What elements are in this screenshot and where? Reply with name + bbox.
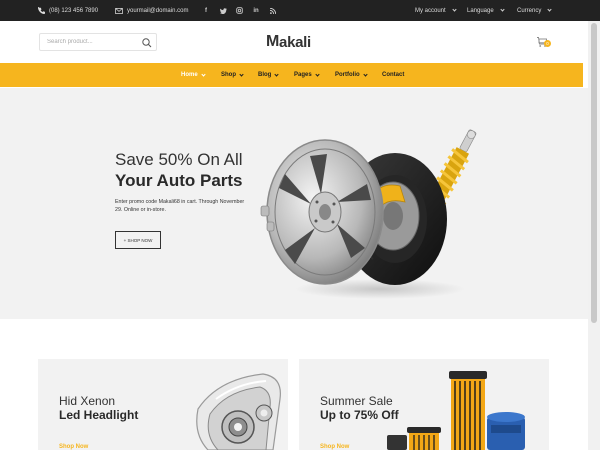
phone-number: (08) 123 456 7890 (49, 7, 99, 14)
mail-icon (115, 7, 123, 14)
banner-shop-now-link[interactable]: Shop Now (320, 444, 349, 450)
linkedin-icon[interactable]: in (251, 0, 261, 21)
nav-item-label: Shop (221, 72, 236, 78)
cart-count-badge: 0 (544, 40, 551, 47)
phone-icon (38, 7, 45, 14)
email-contact[interactable]: yourmail@domain.com (115, 0, 188, 21)
hero-slider: Save 50% On All Your Auto Parts Enter pr… (0, 88, 600, 319)
nav-item-portfolio[interactable]: Portfolio (335, 63, 368, 87)
chevron-down-icon (274, 71, 279, 77)
search-box (39, 33, 157, 51)
chevron-down-icon (500, 7, 505, 12)
logo-initial: M (266, 33, 280, 50)
hero-auto-parts-image (260, 129, 477, 299)
language-label: Language (467, 7, 494, 14)
chevron-down-icon (452, 7, 457, 12)
hero-description: Enter promo code Makali68 in cart. Throu… (115, 199, 245, 213)
nav-item-contact[interactable]: Contact (382, 63, 404, 87)
nav-item-shop[interactable]: Shop (221, 63, 244, 87)
banner-title-line1: Summer Sale (320, 394, 393, 408)
page: (08) 123 456 7890 yourmail@domain.com f … (0, 0, 600, 450)
currency-menu[interactable]: Currency (517, 0, 552, 21)
currency-label: Currency (517, 7, 542, 14)
nav-item-label: Contact (382, 72, 405, 78)
nav-item-label: Pages (294, 72, 312, 78)
banner-title-line2: Led Headlight (59, 408, 139, 422)
twitter-icon[interactable] (218, 0, 228, 21)
banner-title-line1: Hid Xenon (59, 394, 116, 408)
my-account-menu[interactable]: My account (415, 0, 457, 21)
headlight-image (196, 373, 281, 450)
promo-banner-summer-sale[interactable]: Summer Sale Up to 75% Off Shop Now (299, 359, 549, 450)
chevron-down-icon (547, 7, 552, 12)
my-account-label: My account (415, 7, 446, 14)
nav-item-home[interactable]: Home (181, 63, 206, 87)
search-icon[interactable] (141, 36, 153, 48)
rss-icon[interactable] (268, 0, 278, 21)
promo-banner-headlight[interactable]: Hid Xenon Led Headlight Shop Now (38, 359, 288, 450)
chevron-down-icon (363, 71, 368, 77)
banner-shop-now-link[interactable]: Shop Now (59, 444, 88, 450)
nav-item-label: Home (181, 72, 198, 78)
instagram-icon[interactable] (234, 0, 244, 21)
scrollbar-thumb[interactable] (591, 23, 597, 323)
cart-button[interactable]: 0 (536, 35, 552, 51)
nav-item-blog[interactable]: Blog (258, 63, 279, 87)
language-menu[interactable]: Language (467, 0, 505, 21)
oil-filters-image (387, 371, 525, 450)
nav-item-pages[interactable]: Pages (294, 63, 320, 87)
chevron-down-icon (201, 71, 206, 77)
nav-item-label: Portfolio (335, 72, 360, 78)
hero-title-line1: Save 50% On All (115, 150, 243, 169)
site-header: Makali 0 (0, 21, 600, 63)
top-bar: (08) 123 456 7890 yourmail@domain.com f … (0, 0, 600, 21)
nav-item-label: Blog (258, 72, 272, 78)
facebook-icon[interactable]: f (201, 0, 211, 21)
shop-now-button[interactable]: + SHOP NOW (115, 231, 161, 249)
search-input[interactable] (40, 34, 136, 50)
chevron-down-icon (315, 71, 320, 77)
site-logo[interactable]: Makali (266, 33, 311, 51)
chevron-down-icon (239, 71, 244, 77)
email-address: yourmail@domain.com (127, 7, 189, 14)
hero-title-line2: Your Auto Parts (115, 171, 243, 190)
main-nav: Home Shop Blog Pages Portfolio Contact (0, 63, 583, 87)
page-scrollbar[interactable] (588, 21, 600, 450)
phone-contact[interactable]: (08) 123 456 7890 (38, 0, 98, 21)
logo-text: akali (279, 33, 311, 51)
